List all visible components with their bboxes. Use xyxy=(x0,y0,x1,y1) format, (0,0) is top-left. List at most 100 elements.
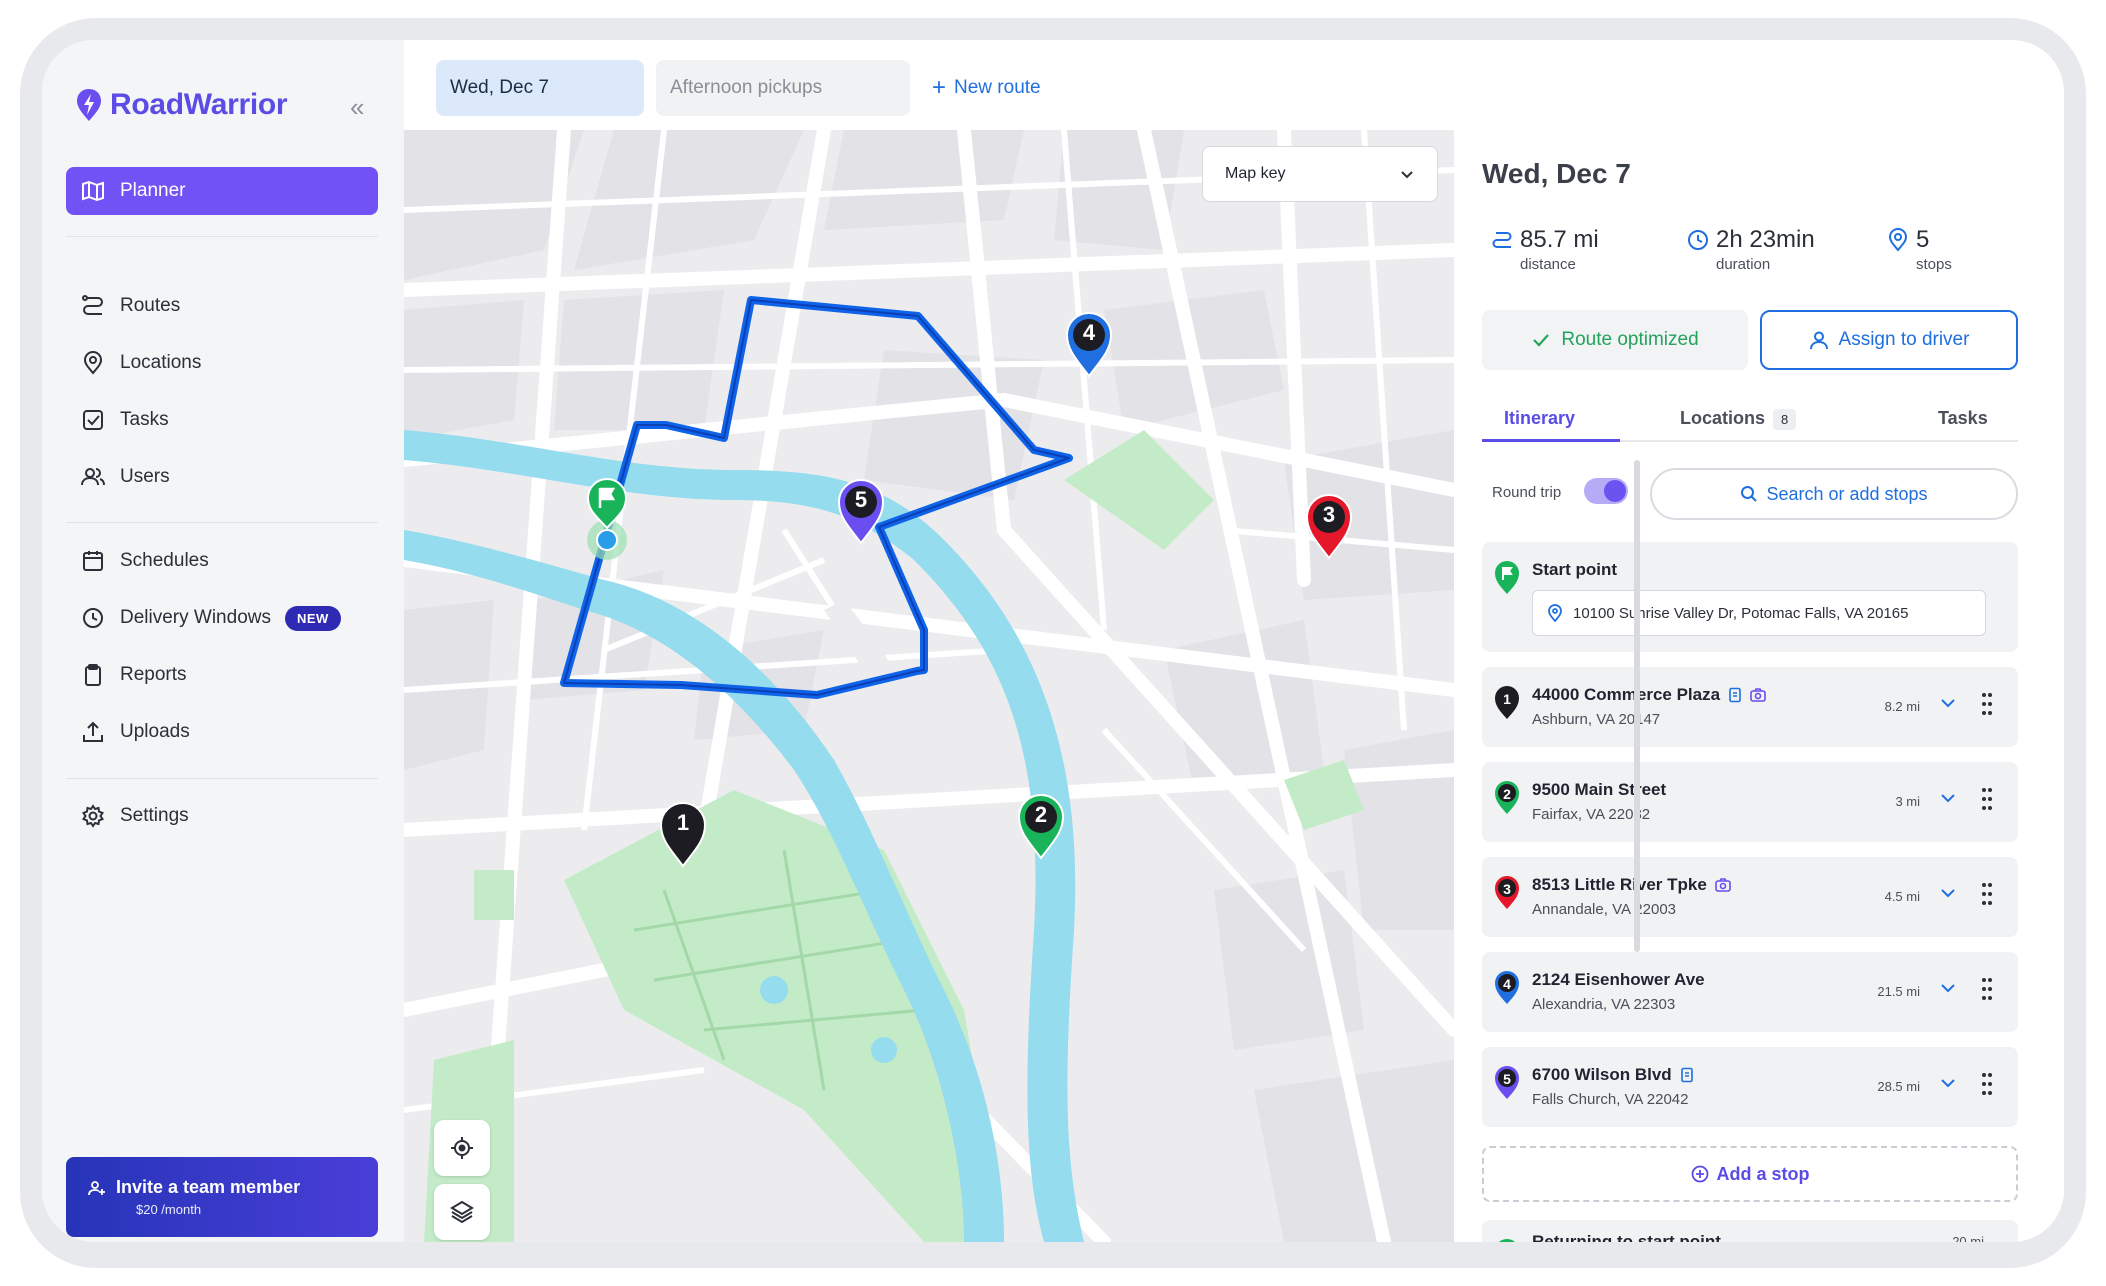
map-marker-3[interactable]: 3 xyxy=(1304,490,1354,565)
return-to-start-card[interactable]: Returning to start point 20 mi xyxy=(1482,1220,2018,1242)
stat-label: duration xyxy=(1716,256,1771,273)
drag-handle-icon[interactable] xyxy=(1980,1071,1994,1097)
add-stop-button[interactable]: Add a stop xyxy=(1482,1146,2018,1202)
start-flag-icon xyxy=(1499,1239,1515,1242)
drag-handle-icon[interactable] xyxy=(1980,786,1994,812)
round-trip-label: Round trip xyxy=(1492,484,1562,501)
start-point-card[interactable]: Start point 10100 Sunrise Valley Dr, Pot… xyxy=(1482,542,2018,652)
stat-label: distance xyxy=(1520,256,1576,273)
location-pin-icon xyxy=(1548,604,1562,622)
map-marker-4[interactable]: 4 xyxy=(1064,308,1114,383)
route-optimized-button[interactable]: Route optimized xyxy=(1482,310,1748,370)
drag-handle-icon[interactable] xyxy=(1980,976,1994,1002)
stat-value: 85.7 mi xyxy=(1520,226,1599,253)
invite-team-member-button[interactable]: Invite a team member $20 /month xyxy=(66,1157,378,1237)
sidebar-item-users[interactable]: Users xyxy=(66,453,378,501)
stop-card-4[interactable]: 4 2124 Eisenhower Ave Alexandria, VA 223… xyxy=(1482,952,2018,1032)
invite-price: $20 /month xyxy=(136,1202,202,1217)
search-icon xyxy=(1741,486,1758,502)
user-icon xyxy=(1809,331,1828,350)
sidebar-divider xyxy=(66,778,378,779)
collapse-sidebar-icon[interactable]: « xyxy=(350,92,364,123)
search-stops-input[interactable]: Search or add stops xyxy=(1650,468,2018,520)
stat-label: stops xyxy=(1916,256,1952,273)
sidebar: RoadWarrior « Planner Routes Locations T… xyxy=(42,40,404,1242)
sidebar-item-label: Schedules xyxy=(120,550,209,571)
stop-name-text: 44000 Commerce Plaza xyxy=(1532,685,1721,704)
clock-icon xyxy=(1688,230,1708,250)
stat-duration: 2h 23min duration xyxy=(1686,226,1815,273)
new-route-button[interactable]: + New route xyxy=(932,76,1041,100)
chevron-down-icon[interactable] xyxy=(1938,788,1958,808)
stop-distance: 8.2 mi xyxy=(1884,699,1920,714)
map-key-dropdown[interactable]: Map key xyxy=(1202,146,1438,202)
sidebar-item-label: Routes xyxy=(120,295,181,316)
start-point-address-field[interactable]: 10100 Sunrise Valley Dr, Potomac Falls, … xyxy=(1532,590,1986,636)
stop-address: Fairfax, VA 22032 xyxy=(1532,806,1651,823)
stop-card-1[interactable]: 1 44000 Commerce Plaza Ashburn, VA 20147… xyxy=(1482,667,2018,747)
bolt-logo-icon xyxy=(77,89,101,121)
sidebar-item-reports[interactable]: Reports xyxy=(66,651,378,699)
app-screen: RoadWarrior « Planner Routes Locations T… xyxy=(42,40,2064,1242)
stop-card-2[interactable]: 2 9500 Main Street Fairfax, VA 22032 3 m… xyxy=(1482,762,2018,842)
stop-name: 8513 Little River Tpke xyxy=(1532,875,1731,895)
sidebar-item-locations[interactable]: Locations xyxy=(66,339,378,387)
sidebar-item-tasks[interactable]: Tasks xyxy=(66,396,378,444)
tab-afternoon-pickups[interactable]: Afternoon pickups xyxy=(656,60,910,116)
brand-logo: RoadWarrior xyxy=(76,88,288,122)
stop-card-5[interactable]: 5 6700 Wilson Blvd Falls Church, VA 2204… xyxy=(1482,1047,2018,1127)
drag-handle-icon[interactable] xyxy=(1980,881,1994,907)
map-marker-5[interactable]: 5 xyxy=(836,475,886,550)
calendar-icon xyxy=(83,551,103,571)
sidebar-item-delivery-windows[interactable]: Delivery Windows NEW xyxy=(66,594,378,642)
crosshair-icon xyxy=(451,1137,473,1159)
sidebar-item-uploads[interactable]: Uploads xyxy=(66,708,378,756)
plus-circle-icon xyxy=(1691,1165,1708,1183)
chevron-down-icon[interactable] xyxy=(1938,883,1958,903)
chevron-down-icon[interactable] xyxy=(1938,978,1958,998)
location-pin-icon xyxy=(1888,228,1908,252)
stop-number: 3 xyxy=(1503,881,1511,897)
map-marker-2[interactable]: 2 xyxy=(1016,790,1066,865)
map-key-label: Map key xyxy=(1225,165,1286,182)
tab-tasks[interactable]: Tasks xyxy=(1938,408,1988,429)
sidebar-item-settings[interactable]: Settings xyxy=(66,792,378,840)
route-map[interactable]: 1 2 3 4 5 Map key xyxy=(404,130,1454,1242)
panel-scrollbar[interactable] xyxy=(1634,460,1640,952)
route-icon xyxy=(82,295,103,315)
locate-me-button[interactable] xyxy=(434,1120,490,1176)
marker-label: 5 xyxy=(854,487,868,512)
upload-icon xyxy=(83,721,103,742)
invite-title: Invite a team member xyxy=(116,1177,301,1197)
sidebar-item-schedules[interactable]: Schedules xyxy=(66,537,378,585)
stat-value: 2h 23min xyxy=(1716,226,1815,253)
stop-number: 5 xyxy=(1503,1071,1511,1087)
start-flag-marker[interactable] xyxy=(580,472,634,562)
stop-address: Falls Church, VA 22042 xyxy=(1532,1091,1689,1108)
start-flag-icon xyxy=(1495,561,1519,594)
sidebar-item-label: Tasks xyxy=(120,409,169,430)
marker-label: 1 xyxy=(676,810,690,835)
stop-name: 44000 Commerce Plaza xyxy=(1532,685,1766,705)
sidebar-item-planner[interactable]: Planner xyxy=(66,167,378,215)
users-icon xyxy=(81,468,105,486)
chevron-down-icon[interactable] xyxy=(1938,693,1958,713)
check-icon xyxy=(1533,334,1550,347)
stop-distance: 21.5 mi xyxy=(1877,984,1920,999)
assign-to-driver-button[interactable]: Assign to driver xyxy=(1760,310,2018,370)
stop-card-3[interactable]: 3 8513 Little River Tpke Annandale, VA 2… xyxy=(1482,857,2018,937)
tab-wed-dec-7[interactable]: Wed, Dec 7 xyxy=(436,60,644,116)
new-route-label: New route xyxy=(954,77,1041,98)
tab-locations[interactable]: Locations 8 xyxy=(1680,408,1797,430)
stop-address: Ashburn, VA 20147 xyxy=(1532,711,1661,728)
round-trip-toggle[interactable] xyxy=(1584,478,1628,504)
gear-icon xyxy=(82,804,104,828)
itinerary-panel: Wed, Dec 7 85.7 mi distance 2h 23min dur… xyxy=(1454,130,2064,1242)
map-layers-button[interactable] xyxy=(434,1184,490,1240)
map-marker-1[interactable]: 1 xyxy=(658,798,708,873)
tab-itinerary[interactable]: Itinerary xyxy=(1504,408,1575,429)
drag-handle-icon[interactable] xyxy=(1980,691,1994,717)
sidebar-item-routes[interactable]: Routes xyxy=(66,282,378,330)
chevron-down-icon[interactable] xyxy=(1938,1073,1958,1093)
return-distance: 20 mi xyxy=(1952,1234,1984,1242)
